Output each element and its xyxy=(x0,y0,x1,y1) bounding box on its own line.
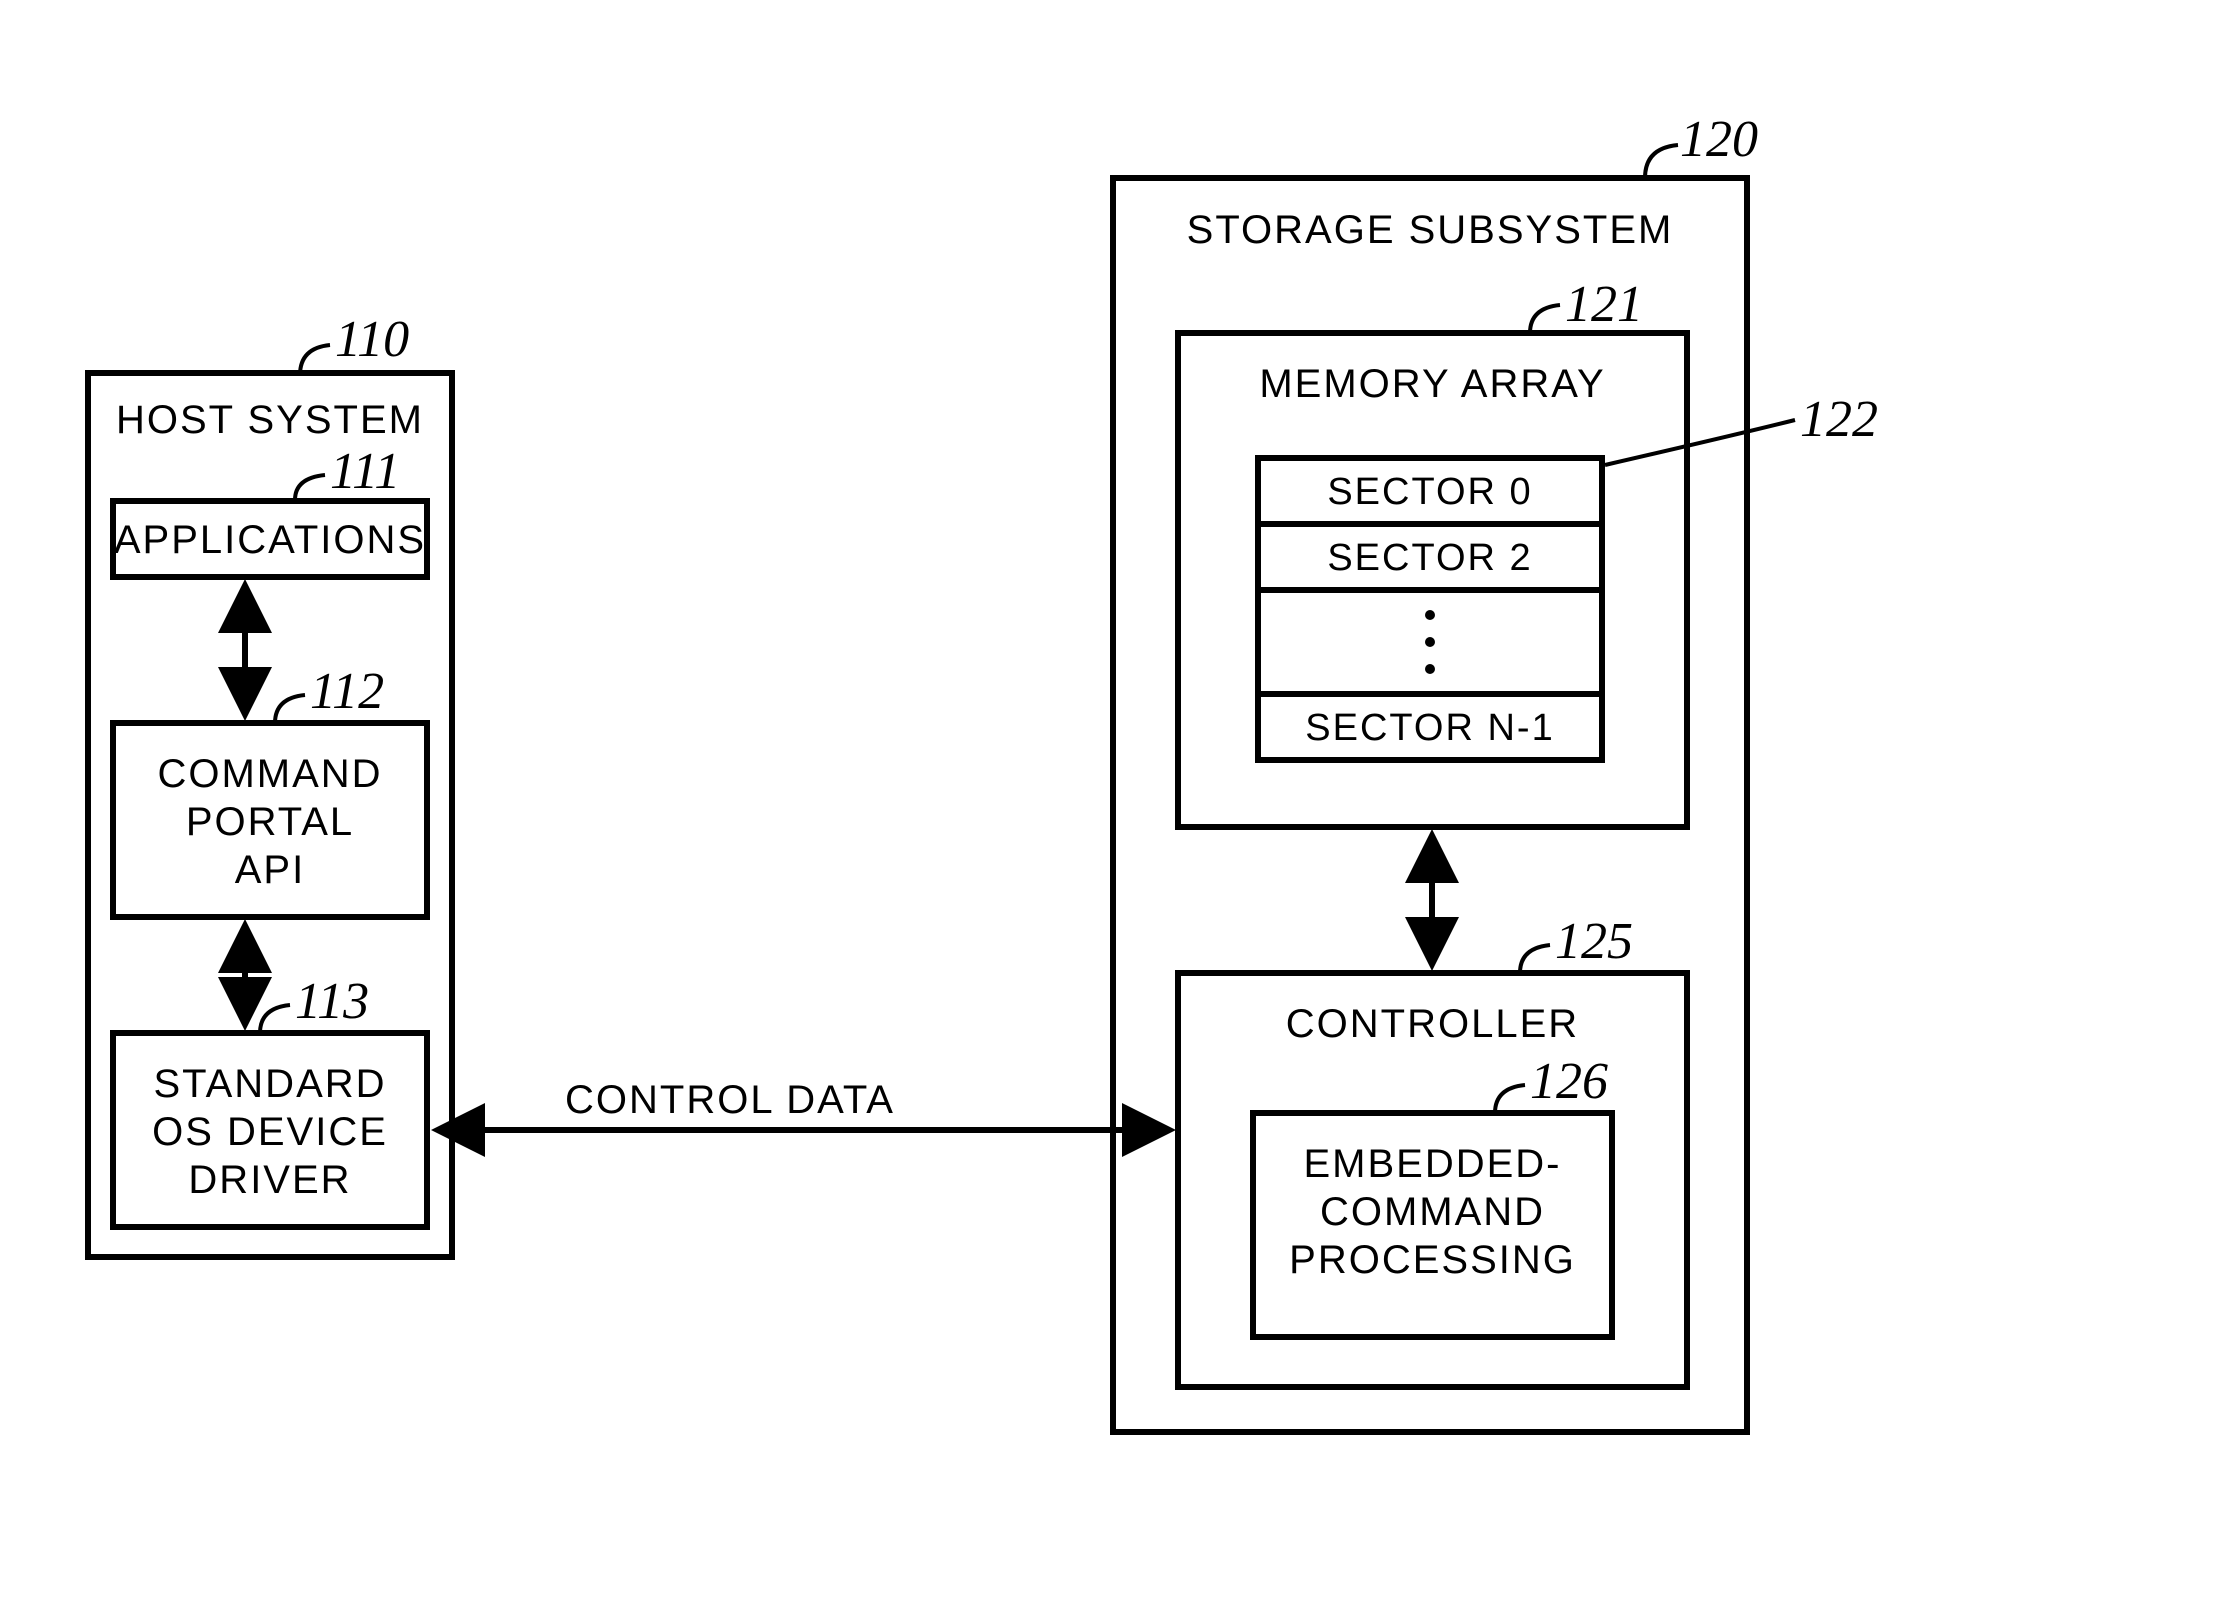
memory-array-ref: 121 xyxy=(1565,275,1643,334)
sector-n-label: SECTOR N-1 xyxy=(1305,707,1554,750)
sector-ref: 122 xyxy=(1800,390,1878,449)
control-data-label: CONTROL DATA xyxy=(530,1078,930,1123)
sector-0-label: SECTOR 0 xyxy=(1327,471,1532,514)
memory-array-title: MEMORY ARRAY xyxy=(1175,362,1690,407)
os-device-driver-ref: 113 xyxy=(295,972,369,1031)
sector-1-label: SECTOR 2 xyxy=(1327,537,1532,580)
embedded-command-label: EMBEDDED- COMMAND PROCESSING xyxy=(1250,1140,1615,1284)
sector-1-cell: SECTOR 2 xyxy=(1255,521,1605,593)
sector-n-cell: SECTOR N-1 xyxy=(1255,691,1605,763)
host-system-title: HOST SYSTEM xyxy=(85,398,455,443)
leader-120 xyxy=(1645,145,1678,178)
storage-subsystem-title: STORAGE SUBSYSTEM xyxy=(1110,208,1750,253)
os-device-driver-label: STANDARD OS DEVICE DRIVER xyxy=(110,1060,430,1204)
vertical-dots-icon xyxy=(1418,602,1442,682)
applications-label: APPLICATIONS xyxy=(110,518,430,563)
applications-ref: 111 xyxy=(330,442,400,501)
diagram-stage: HOST SYSTEM 110 APPLICATIONS 111 COMMAND… xyxy=(0,0,2220,1598)
command-portal-api-label: COMMAND PORTAL API xyxy=(110,750,430,894)
storage-subsystem-ref: 120 xyxy=(1680,110,1758,169)
sector-0-cell: SECTOR 0 xyxy=(1255,455,1605,527)
embedded-command-ref: 126 xyxy=(1530,1052,1608,1111)
command-portal-api-ref: 112 xyxy=(310,662,384,721)
host-system-ref: 110 xyxy=(335,310,409,369)
controller-title: CONTROLLER xyxy=(1175,1002,1690,1047)
controller-ref: 125 xyxy=(1555,912,1633,971)
